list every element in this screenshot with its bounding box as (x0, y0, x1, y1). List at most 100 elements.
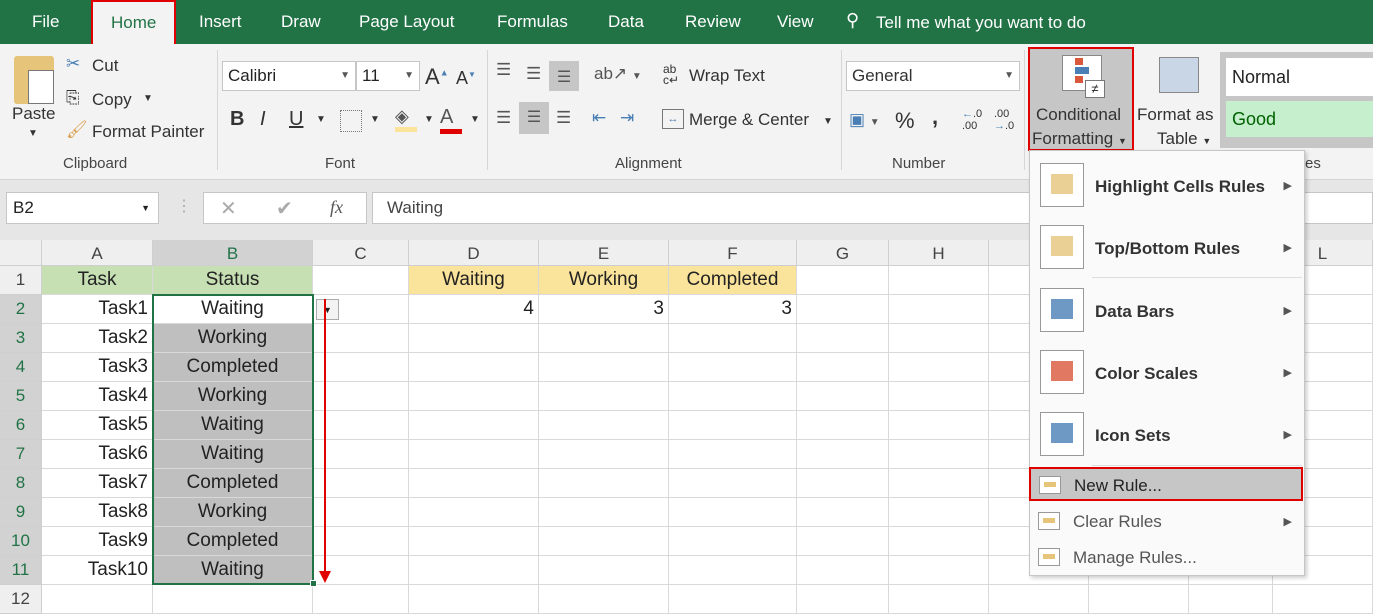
cell-H8[interactable] (889, 469, 989, 498)
cell-H3[interactable] (889, 324, 989, 353)
cell-H5[interactable] (889, 382, 989, 411)
cell-D3[interactable] (409, 324, 539, 353)
font-size-select[interactable]: 11 ▼ (356, 61, 420, 91)
cell-F7[interactable] (669, 440, 797, 469)
cell-J12[interactable] (1089, 585, 1189, 614)
row-header-8[interactable]: 8 (0, 469, 42, 498)
borders-icon[interactable] (340, 110, 362, 132)
cell-B3[interactable]: Working (153, 324, 313, 353)
currency-icon[interactable]: ▣ ▼ (849, 110, 880, 130)
cell-A5[interactable]: Task4 (42, 382, 153, 411)
comma-button[interactable]: , (932, 104, 938, 130)
cell-E6[interactable] (539, 411, 669, 440)
increase-indent-icon[interactable]: ⇥ (620, 108, 634, 128)
column-header-D[interactable]: D (409, 240, 539, 266)
decrease-decimal-icon[interactable]: .00 →.0 (994, 108, 1014, 132)
paste-button[interactable]: Paste (12, 104, 55, 124)
cell-D4[interactable] (409, 353, 539, 382)
cell-I12[interactable] (989, 585, 1089, 614)
cell-G12[interactable] (797, 585, 889, 614)
cell-E12[interactable] (539, 585, 669, 614)
cell-F1[interactable]: Completed (669, 266, 797, 295)
cell-C7[interactable] (313, 440, 409, 469)
cell-B8[interactable]: Completed (153, 469, 313, 498)
cell-D9[interactable] (409, 498, 539, 527)
menu-item-clear-rules[interactable]: Clear Rules ▶ (1030, 505, 1304, 539)
cell-F5[interactable] (669, 382, 797, 411)
cell-A11[interactable]: Task10 (42, 556, 153, 585)
cell-C4[interactable] (313, 353, 409, 382)
cell-H12[interactable] (889, 585, 989, 614)
cell-D12[interactable] (409, 585, 539, 614)
decrease-font-icon[interactable]: A▼ (456, 68, 476, 89)
align-top-icon[interactable]: ☰ (496, 60, 511, 80)
cell-D7[interactable] (409, 440, 539, 469)
cell-A7[interactable]: Task6 (42, 440, 153, 469)
cell-B5[interactable]: Working (153, 382, 313, 411)
cell-D5[interactable] (409, 382, 539, 411)
fill-handle[interactable] (310, 580, 317, 587)
cell-A6[interactable]: Task5 (42, 411, 153, 440)
column-header-H[interactable]: H (889, 240, 989, 266)
increase-font-icon[interactable]: A▲ (425, 64, 449, 90)
cell-F4[interactable] (669, 353, 797, 382)
column-header-E[interactable]: E (539, 240, 669, 266)
menu-item-highlight-cells[interactable]: Highlight Cells Rules ▶ (1030, 159, 1304, 215)
align-middle-icon[interactable]: ☰ (526, 64, 541, 84)
tab-insert[interactable]: Insert (181, 0, 260, 44)
menu-item-top-bottom[interactable]: Top/Bottom Rules ▶ (1030, 221, 1304, 277)
cell-F10[interactable] (669, 527, 797, 556)
cell-H7[interactable] (889, 440, 989, 469)
borders-dropdown-icon[interactable]: ▼ (370, 114, 380, 125)
cell-C8[interactable] (313, 469, 409, 498)
bold-button[interactable]: B (230, 108, 244, 131)
cell-E3[interactable] (539, 324, 669, 353)
row-header-3[interactable]: 3 (0, 324, 42, 353)
cell-A12[interactable] (42, 585, 153, 614)
increase-decimal-icon[interactable]: ←.0.00 (962, 108, 982, 132)
cell-B1[interactable]: Status (153, 266, 313, 295)
menu-item-icon-sets[interactable]: Icon Sets ▶ (1030, 408, 1304, 464)
tab-view[interactable]: View (759, 0, 832, 44)
cell-C5[interactable] (313, 382, 409, 411)
menu-item-data-bars[interactable]: Data Bars ▶ (1030, 284, 1304, 340)
enter-icon[interactable]: ✔ (276, 196, 293, 221)
tab-home[interactable]: Home (91, 0, 177, 44)
menu-item-color-scales[interactable]: Color Scales ▶ (1030, 346, 1304, 402)
cell-F2[interactable]: 3 (669, 295, 797, 324)
row-header-6[interactable]: 6 (0, 411, 42, 440)
cell-A9[interactable]: Task8 (42, 498, 153, 527)
row-header-7[interactable]: 7 (0, 440, 42, 469)
cell-C9[interactable] (313, 498, 409, 527)
column-header-A[interactable]: A (42, 240, 153, 266)
fill-dropdown-icon[interactable]: ▼ (424, 114, 434, 125)
cell-D2[interactable]: 4 (409, 295, 539, 324)
cell-G4[interactable] (797, 353, 889, 382)
wrap-text-button[interactable]: Wrap Text (689, 66, 765, 86)
cell-G5[interactable] (797, 382, 889, 411)
cell-C6[interactable] (313, 411, 409, 440)
row-header-10[interactable]: 10 (0, 527, 42, 556)
cell-D1[interactable]: Waiting (409, 266, 539, 295)
cell-A8[interactable]: Task7 (42, 469, 153, 498)
cell-F3[interactable] (669, 324, 797, 353)
cell-E4[interactable] (539, 353, 669, 382)
cell-H9[interactable] (889, 498, 989, 527)
cell-G2[interactable] (797, 295, 889, 324)
row-header-1[interactable]: 1 (0, 266, 42, 295)
cell-F9[interactable] (669, 498, 797, 527)
cell-K12[interactable] (1189, 585, 1273, 614)
italic-button[interactable]: I (260, 108, 266, 131)
align-right-icon[interactable]: ☰ (556, 108, 571, 128)
insert-function-button[interactable]: fx (330, 197, 343, 218)
cell-G1[interactable] (797, 266, 889, 295)
cell-B10[interactable]: Completed (153, 527, 313, 556)
cell-F8[interactable] (669, 469, 797, 498)
menu-item-manage-rules[interactable]: Manage Rules... (1030, 541, 1304, 575)
column-header-G[interactable]: G (797, 240, 889, 266)
cell-B2[interactable]: Waiting (153, 295, 313, 324)
cell-F12[interactable] (669, 585, 797, 614)
fill-color-icon[interactable]: ◈ (395, 106, 417, 132)
menu-item-new-rule[interactable]: New Rule... (1029, 467, 1303, 501)
select-all-corner[interactable] (0, 240, 42, 266)
